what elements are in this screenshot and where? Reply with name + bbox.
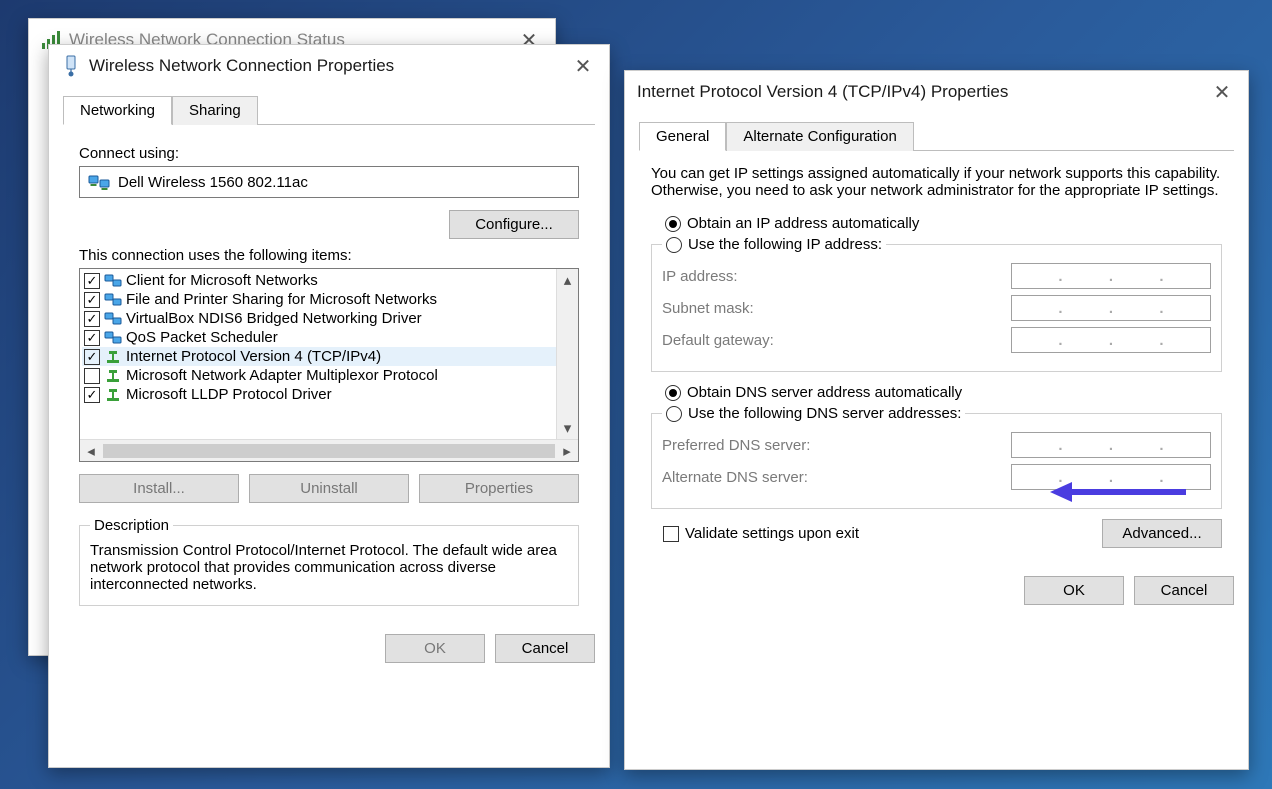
tab-sharing[interactable]: Sharing [172,96,258,125]
obtain-dns-auto-radio[interactable]: Obtain DNS server address automatically [665,382,1226,403]
adapter-icon [88,173,110,191]
net-proto-icon [104,349,122,365]
list-item-label: Microsoft LLDP Protocol Driver [126,386,332,403]
radio-icon [666,237,682,253]
scroll-thumb[interactable] [103,444,555,458]
checkbox-icon[interactable] [84,292,100,308]
ok-button[interactable]: OK [385,634,485,663]
list-item[interactable]: Client for Microsoft Networks [82,271,556,290]
list-item[interactable]: Microsoft Network Adapter Multiplexor Pr… [82,366,556,385]
titlebar: Internet Protocol Version 4 (TCP/IPv4) P… [625,71,1248,113]
network-icon [61,55,81,77]
list-item[interactable]: Microsoft LLDP Protocol Driver [82,385,556,404]
list-item-label: Client for Microsoft Networks [126,272,318,289]
cancel-button[interactable]: Cancel [1134,576,1234,605]
tabstrip: General Alternate Configuration [639,121,1234,151]
checkbox-icon [663,526,679,542]
checkbox-icon[interactable] [84,368,100,384]
preferred-dns-input: ... [1011,432,1211,458]
connect-using-label: Connect using: [67,137,591,166]
subnet-mask-input: ... [1011,295,1211,321]
configure-button[interactable]: Configure... [449,210,579,239]
dialog-title: Internet Protocol Version 4 (TCP/IPv4) P… [637,82,1008,102]
advanced-button[interactable]: Advanced... [1102,519,1222,548]
tab-networking[interactable]: Networking [63,96,172,125]
default-gateway-input: ... [1011,327,1211,353]
radio-icon [665,385,681,401]
alternate-dns-input: ... [1011,464,1211,490]
scroll-right-icon[interactable]: ▸ [556,440,578,461]
checkbox-icon[interactable] [84,387,100,403]
radio-label: Obtain an IP address automatically [687,215,919,232]
radio-label: Use the following IP address: [688,236,882,253]
radio-icon [666,406,682,422]
net-service-icon [104,292,122,308]
uninstall-button[interactable]: Uninstall [249,474,409,503]
install-button[interactable]: Install... [79,474,239,503]
alternate-dns-label: Alternate DNS server: [662,469,991,486]
scroll-down-icon[interactable]: ▾ [557,417,578,439]
radio-icon [665,216,681,232]
adapter-field: Dell Wireless 1560 802.11ac [79,166,579,198]
tab-general[interactable]: General [639,122,726,151]
dns-manual-group: Use the following DNS server addresses: … [651,403,1222,509]
list-item[interactable]: QoS Packet Scheduler [82,328,556,347]
cancel-button[interactable]: Cancel [495,634,595,663]
items-label: This connection uses the following items… [67,239,591,264]
horizontal-scrollbar[interactable]: ◂ ▸ [80,439,578,461]
scroll-up-icon[interactable]: ▴ [557,269,578,291]
ipv4-properties-dialog: Internet Protocol Version 4 (TCP/IPv4) P… [624,70,1249,770]
ip-address-input: ... [1011,263,1211,289]
obtain-ip-auto-radio[interactable]: Obtain an IP address automatically [665,213,1226,234]
net-service-icon [104,311,122,327]
vertical-scrollbar[interactable]: ▴ ▾ [556,269,578,439]
tabstrip: Networking Sharing [63,95,595,125]
checkbox-label: Validate settings upon exit [685,525,859,542]
ip-address-label: IP address: [662,268,991,285]
intro-text: You can get IP settings assigned automat… [647,165,1226,213]
use-following-dns-radio[interactable]: Use the following DNS server addresses: [666,403,961,424]
connection-properties-dialog: Wireless Network Connection Properties ✕… [48,44,610,768]
checkbox-icon[interactable] [84,273,100,289]
list-item-label: File and Printer Sharing for Microsoft N… [126,291,437,308]
list-item-label: QoS Packet Scheduler [126,329,278,346]
properties-button[interactable]: Properties [419,474,579,503]
close-button[interactable]: ✕ [1202,76,1242,108]
tab-alternate-configuration[interactable]: Alternate Configuration [726,122,913,151]
net-service-icon [104,330,122,346]
subnet-mask-label: Subnet mask: [662,300,991,317]
checkbox-icon[interactable] [84,330,100,346]
list-item[interactable]: Internet Protocol Version 4 (TCP/IPv4) [82,347,556,366]
description-group: Description Transmission Control Protoco… [79,517,579,606]
net-proto-icon [104,368,122,384]
radio-label: Obtain DNS server address automatically [687,384,962,401]
connection-items-listbox[interactable]: Client for Microsoft Networks File and Pr… [79,268,579,462]
use-following-ip-radio[interactable]: Use the following IP address: [666,234,882,255]
validate-settings-checkbox[interactable]: Validate settings upon exit [663,523,859,544]
ip-manual-group: Use the following IP address: IP address… [651,234,1222,372]
checkbox-icon[interactable] [84,349,100,365]
list-item-label: Internet Protocol Version 4 (TCP/IPv4) [126,348,381,365]
list-item-label: Microsoft Network Adapter Multiplexor Pr… [126,367,438,384]
list-item-label: VirtualBox NDIS6 Bridged Networking Driv… [126,310,422,327]
list-item[interactable]: VirtualBox NDIS6 Bridged Networking Driv… [82,309,556,328]
description-text: Transmission Control Protocol/Internet P… [90,542,568,593]
titlebar: Wireless Network Connection Properties ✕ [49,45,609,87]
checkbox-icon[interactable] [84,311,100,327]
net-client-icon [104,273,122,289]
adapter-name: Dell Wireless 1560 802.11ac [118,174,308,191]
radio-label: Use the following DNS server addresses: [688,405,961,422]
description-legend: Description [90,517,173,534]
preferred-dns-label: Preferred DNS server: [662,437,991,454]
default-gateway-label: Default gateway: [662,332,991,349]
close-button[interactable]: ✕ [563,50,603,82]
connection-items-inner: Client for Microsoft Networks File and Pr… [80,269,556,439]
ok-button[interactable]: OK [1024,576,1124,605]
scroll-left-icon[interactable]: ◂ [80,440,102,461]
list-item[interactable]: File and Printer Sharing for Microsoft N… [82,290,556,309]
dialog-title: Wireless Network Connection Properties [89,56,394,76]
net-proto-icon [104,387,122,403]
